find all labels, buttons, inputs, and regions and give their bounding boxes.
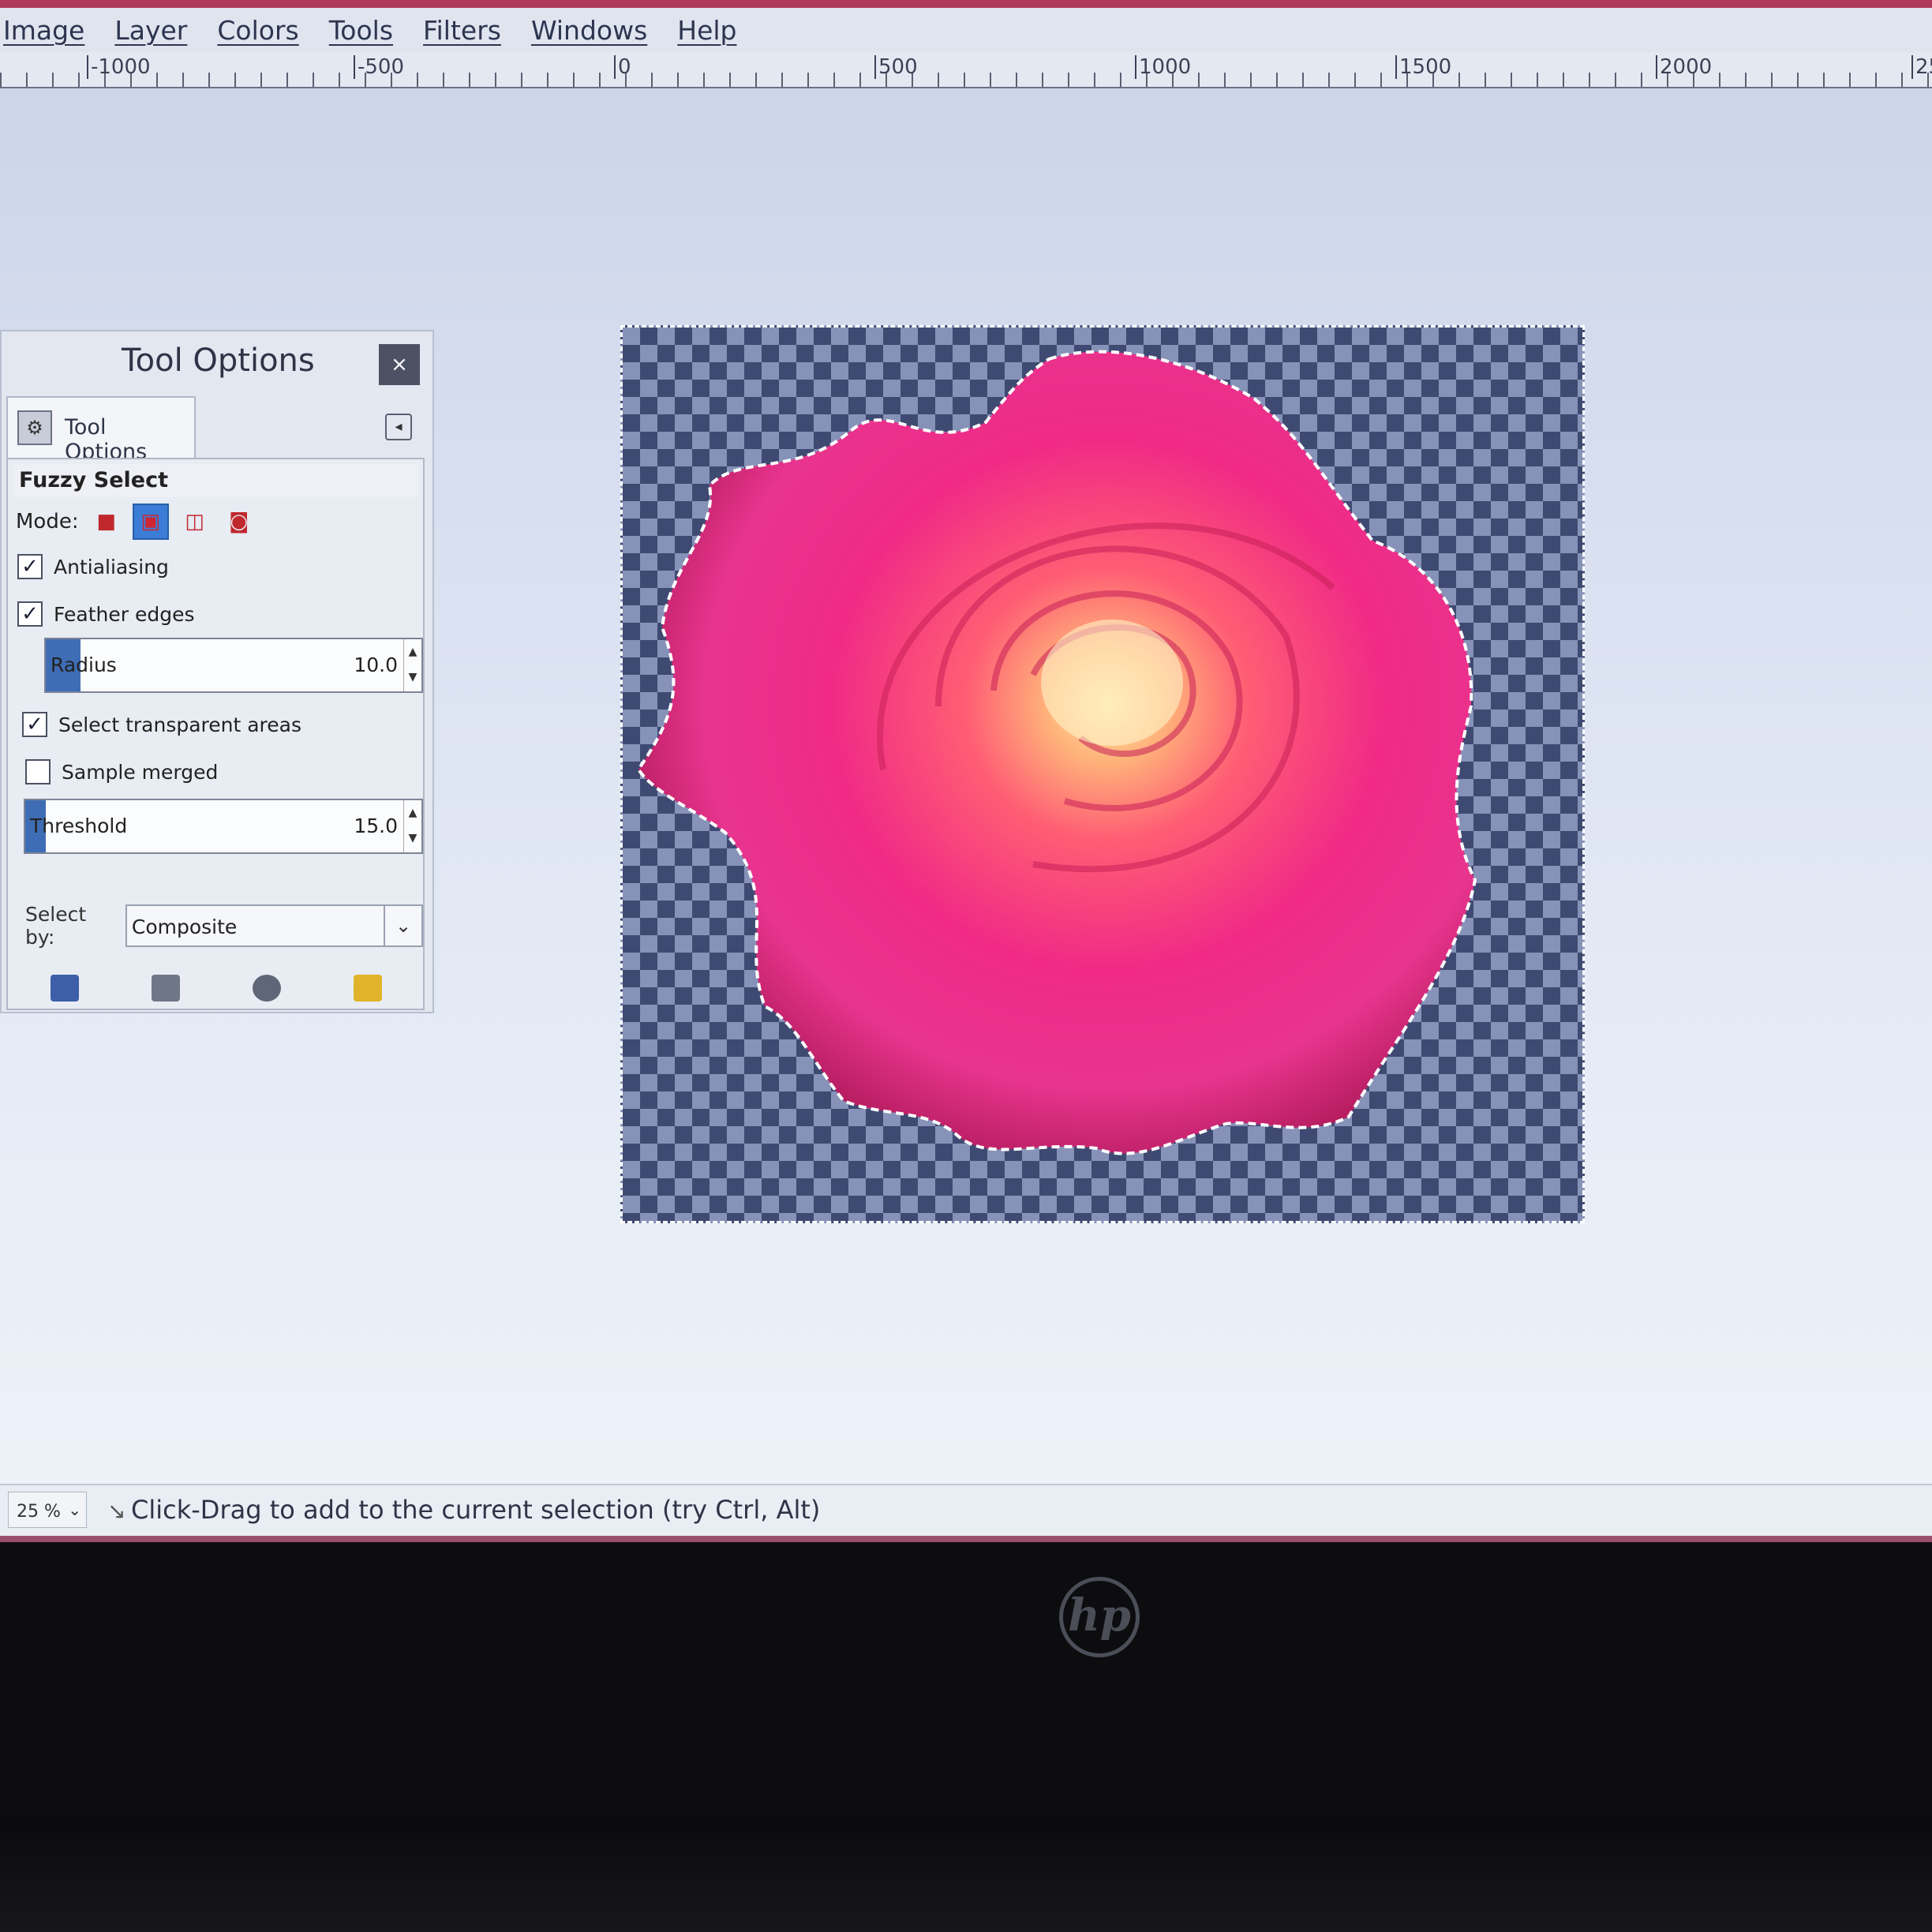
horizontal-ruler[interactable]: -1000 -500 0 500 1000 1500 2000 25 xyxy=(0,52,1932,88)
keyboard-area xyxy=(0,1815,1932,1932)
zoom-value: 25 % xyxy=(17,1502,61,1522)
menu-layer[interactable]: Layer xyxy=(114,15,187,46)
select-transparent-checkbox[interactable]: ✓ xyxy=(22,712,47,737)
rose-center xyxy=(1041,620,1183,746)
wand-icon: ↘ xyxy=(107,1498,126,1524)
tab-label: Tool Options xyxy=(65,415,148,464)
chevron-down-icon: ⌄ xyxy=(68,1500,81,1519)
dock-title: Tool Options xyxy=(122,343,315,379)
chevron-down-icon[interactable]: ⌄ xyxy=(384,906,421,945)
radius-value: 10.0 xyxy=(354,653,398,676)
threshold-label: Threshold xyxy=(30,814,128,837)
select-by-dropdown[interactable]: Composite ⌄ xyxy=(125,904,423,947)
mode-label: Mode: xyxy=(16,510,79,534)
radius-spinscale[interactable]: Radius 10.0 ▲ ▼ xyxy=(44,638,423,693)
menu-windows[interactable]: Windows xyxy=(531,15,647,46)
hp-logo: hp xyxy=(1059,1577,1140,1657)
ruler-label: -500 xyxy=(354,55,404,79)
antialiasing-row[interactable]: ✓ Antialiasing xyxy=(17,554,169,579)
ruler-label: 1500 xyxy=(1395,55,1451,79)
tool-name: Fuzzy Select xyxy=(14,464,417,497)
ruler-label: 500 xyxy=(874,55,918,79)
title-strip xyxy=(0,0,1932,8)
ruler-label: 2000 xyxy=(1656,55,1712,79)
save-options-icon[interactable] xyxy=(51,975,79,1002)
screen: Image Layer Colors Tools Filters Windows… xyxy=(0,0,1932,1539)
menubar: Image Layer Colors Tools Filters Windows… xyxy=(0,8,1932,52)
radius-label: Radius xyxy=(51,653,117,676)
sample-merged-row[interactable]: Sample merged xyxy=(25,759,218,784)
mode-row: Mode: ■ ▣ ◫ ◙ xyxy=(16,502,265,541)
ruler-label: -1000 xyxy=(87,55,151,79)
sample-merged-label: Sample merged xyxy=(62,760,219,784)
statusbar: 25 % ⌄ ↘ Click-Drag to add to the curren… xyxy=(0,1484,1932,1536)
reset-options-icon[interactable] xyxy=(354,975,382,1002)
menu-colors[interactable]: Colors xyxy=(217,15,298,46)
feather-edges-row[interactable]: ✓ Feather edges xyxy=(17,601,195,627)
zoom-select[interactable]: 25 % ⌄ xyxy=(8,1492,87,1528)
select-transparent-row[interactable]: ✓ Select transparent areas xyxy=(22,712,301,737)
tool-options-dock: Tool Options × ⚙ Tool Options ◂ Fuzzy Se… xyxy=(0,330,434,1013)
select-by-row: Select by: Composite ⌄ xyxy=(25,903,423,949)
menu-tools[interactable]: Tools xyxy=(329,15,393,46)
restore-options-icon[interactable] xyxy=(152,975,180,1002)
tab-menu-button[interactable]: ◂ xyxy=(385,414,412,440)
sample-merged-checkbox[interactable] xyxy=(25,759,51,784)
preset-buttons xyxy=(14,971,418,1005)
radius-stepper-icon[interactable]: ▲ ▼ xyxy=(403,639,421,691)
ruler-label: 25 xyxy=(1911,55,1932,79)
mode-replace-icon[interactable]: ■ xyxy=(88,504,125,540)
menu-image[interactable]: Image xyxy=(3,15,84,46)
menu-filters[interactable]: Filters xyxy=(423,15,501,46)
status-message: Click-Drag to add to the current selecti… xyxy=(131,1495,821,1525)
menu-help[interactable]: Help xyxy=(677,15,736,46)
tab-tool-options[interactable]: ⚙ Tool Options xyxy=(6,396,196,464)
feather-edges-label: Feather edges xyxy=(54,602,195,626)
tool-options-icon: ⚙ xyxy=(17,410,52,445)
image-canvas[interactable] xyxy=(620,325,1585,1223)
close-button[interactable]: × xyxy=(379,344,420,385)
threshold-value: 15.0 xyxy=(354,814,398,837)
threshold-stepper-icon[interactable]: ▲ ▼ xyxy=(403,800,421,852)
ruler-label: 1000 xyxy=(1135,55,1191,79)
rose-image xyxy=(636,350,1477,1155)
mode-subtract-icon[interactable]: ◫ xyxy=(177,504,213,540)
select-by-value: Composite xyxy=(131,915,238,938)
delete-options-icon[interactable] xyxy=(253,975,281,1002)
feather-edges-checkbox[interactable]: ✓ xyxy=(17,601,43,627)
mode-add-icon[interactable]: ▣ xyxy=(132,504,169,540)
rose-selection xyxy=(636,350,1477,1155)
select-by-label: Select by: xyxy=(25,903,87,949)
threshold-spinscale[interactable]: Threshold 15.0 ▲ ▼ xyxy=(24,799,423,854)
select-transparent-label: Select transparent areas xyxy=(58,713,302,736)
tool-options-panel: Fuzzy Select Mode: ■ ▣ ◫ ◙ ✓ Antialiasin… xyxy=(6,458,425,1010)
antialiasing-checkbox[interactable]: ✓ xyxy=(17,554,43,579)
mode-intersect-icon[interactable]: ◙ xyxy=(221,504,257,540)
ruler-label: 0 xyxy=(614,55,631,79)
ruler-ticks xyxy=(0,73,1932,87)
bezel-edge xyxy=(0,1536,1932,1542)
antialiasing-label: Antialiasing xyxy=(54,555,169,578)
